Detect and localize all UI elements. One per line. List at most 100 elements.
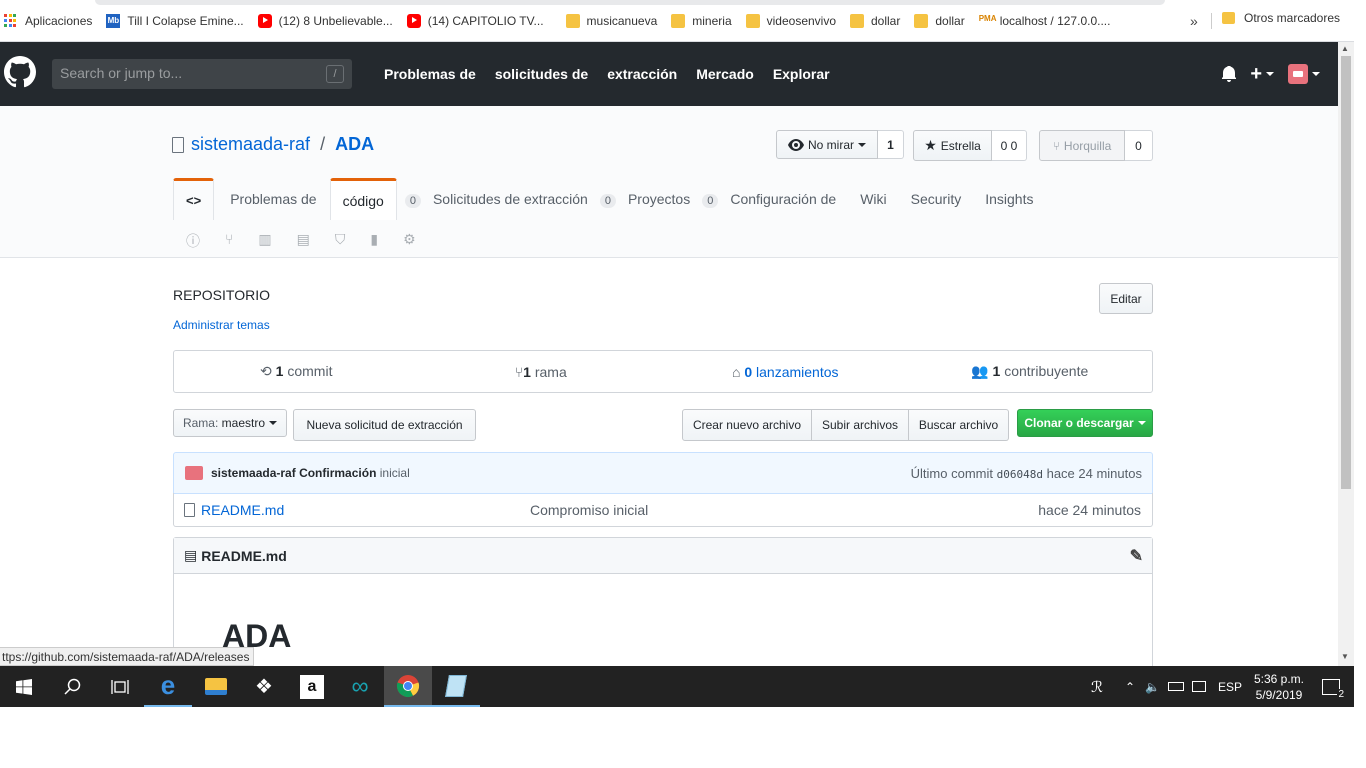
star-button[interactable]: ★ Estrella xyxy=(913,130,992,161)
bookmark-youtube-2[interactable]: (14) CAPITOLIO TV... xyxy=(406,11,544,31)
nav-marketplace[interactable]: Mercado xyxy=(696,66,754,82)
bookmark-label: dollar xyxy=(871,13,901,28)
commit-message-suffix[interactable]: inicial xyxy=(380,466,410,480)
tab-settings[interactable]: Configuración de xyxy=(718,178,848,220)
bookmark-till-i-colapse[interactable]: Mb Till I Colapse Emine... xyxy=(106,11,244,31)
clone-label: Clonar o descargar xyxy=(1024,416,1134,430)
graph-icon[interactable]: ▮ xyxy=(370,231,378,251)
tab-security[interactable]: Security xyxy=(899,178,974,220)
edit-button[interactable]: Editar xyxy=(1099,283,1153,314)
file-link-readme[interactable]: README.md xyxy=(201,502,530,518)
scroll-down-icon[interactable]: ▼ xyxy=(1341,652,1349,661)
upload-files-button[interactable]: Subir archivos xyxy=(812,409,909,441)
bookmark-videosenvivo[interactable]: videosenvivo xyxy=(745,11,836,31)
tab-wiki[interactable]: Wiki xyxy=(848,178,898,220)
wiki-book-icon[interactable]: ▤ xyxy=(297,231,310,251)
notifications-icon[interactable]: 2 xyxy=(1322,678,1345,700)
fork-count[interactable]: 0 xyxy=(1125,130,1153,161)
nav-explore[interactable]: Explorar xyxy=(773,66,830,82)
arduino-icon[interactable]: ∞ xyxy=(336,666,384,707)
language-indicator[interactable]: ESP xyxy=(1218,680,1242,694)
releases-summary[interactable]: ⌂ 0 lanzamientos xyxy=(663,364,908,380)
musicbrainz-icon: Mb xyxy=(106,13,121,28)
tab-projects[interactable]: Proyectos xyxy=(616,178,702,220)
bookmark-apps[interactable]: Aplicaciones xyxy=(4,11,92,31)
network-icon[interactable] xyxy=(1191,681,1206,692)
branches-summary[interactable]: ⑂1 rama xyxy=(419,364,664,380)
amazon-icon[interactable]: a xyxy=(288,666,336,707)
avatar[interactable] xyxy=(1288,64,1308,84)
nav-extraction[interactable]: extracción xyxy=(607,66,677,82)
commit-author[interactable]: sistemaada-raf xyxy=(211,466,296,480)
clock[interactable]: 5:36 p.m. 5/9/2019 xyxy=(1254,671,1304,703)
bookmark-dollar-1[interactable]: dollar xyxy=(850,11,900,31)
repo-name-link[interactable]: ADA xyxy=(335,134,374,155)
project-icon[interactable]: ▥ xyxy=(258,231,271,251)
commit-message[interactable]: Confirmación xyxy=(299,466,376,480)
contributors-summary[interactable]: 👥 1 contribuyente xyxy=(908,363,1153,380)
other-bookmarks-label: Otros marcadores xyxy=(1244,11,1341,25)
issue-icon[interactable]: ⓘ xyxy=(186,231,200,251)
book-icon: ▤ xyxy=(184,547,198,563)
plus-icon[interactable]: + xyxy=(1250,64,1262,84)
tab-code[interactable]: código xyxy=(329,178,397,220)
new-pull-request-button[interactable]: Nueva solicitud de extracción xyxy=(293,409,476,441)
watch-count[interactable]: 1 xyxy=(878,130,904,159)
volume-icon[interactable]: 🔈 xyxy=(1145,680,1160,694)
readme-panel: ▤ README.md ✎ ADA xyxy=(173,537,1153,677)
scroll-up-icon[interactable]: ▲ xyxy=(1341,44,1349,53)
notepad-icon[interactable] xyxy=(432,666,480,707)
shield-icon[interactable]: ⛉ xyxy=(335,231,346,251)
amazon-glyph: a xyxy=(300,674,324,699)
start-windows-icon[interactable] xyxy=(0,666,48,707)
tab-label: código xyxy=(342,192,384,209)
tab-code-icon[interactable]: <> xyxy=(173,178,215,220)
bell-icon[interactable] xyxy=(1222,66,1237,82)
repo-owner-link[interactable]: sistemaada-raf xyxy=(191,134,310,155)
manage-topics-link[interactable]: Administrar temas xyxy=(173,318,270,332)
apps-grid-icon xyxy=(4,13,18,28)
folder-icon xyxy=(565,13,580,28)
fork-button[interactable]: ⑂ Horquilla xyxy=(1039,130,1125,161)
tab-pull-requests[interactable]: Solicitudes de extracción xyxy=(421,178,600,220)
file-actions-group: Crear nuevo archivo Subir archivos Busca… xyxy=(682,409,1009,441)
dropbox-icon[interactable]: ❖ xyxy=(240,666,288,707)
folder-icon xyxy=(850,13,864,28)
watch-button[interactable]: No mirar xyxy=(776,130,878,159)
commit-sha[interactable]: d06048d xyxy=(997,468,1043,481)
people-icon[interactable]: ℛ xyxy=(1091,678,1103,696)
tab-issues[interactable]: Problemas de xyxy=(214,178,329,220)
chrome-icon[interactable] xyxy=(384,666,432,707)
nav-issues[interactable]: Problemas de xyxy=(384,66,476,82)
file-commit-message[interactable]: Compromiso inicial xyxy=(530,502,648,518)
chevron-up-icon[interactable]: ⌃ xyxy=(1125,680,1135,694)
nav-pull-requests[interactable]: solicitudes de xyxy=(495,66,588,82)
create-file-button[interactable]: Crear nuevo archivo xyxy=(682,409,812,441)
pencil-icon[interactable]: ✎ xyxy=(1130,546,1143,566)
bookmark-mineria[interactable]: mineria xyxy=(671,11,732,31)
other-bookmarks[interactable]: Otros marcadores xyxy=(1222,11,1340,25)
bookmark-label: Aplicaciones xyxy=(25,13,93,28)
tab-insights[interactable]: Insights xyxy=(973,178,1045,220)
github-logo-icon[interactable] xyxy=(4,56,36,88)
gear-icon[interactable]: ⚙ xyxy=(403,231,416,251)
battery-icon[interactable] xyxy=(1167,682,1184,691)
commits-summary[interactable]: ⟲ 1 commit xyxy=(174,363,419,380)
avatar[interactable] xyxy=(185,466,203,480)
pull-request-icon[interactable]: ⑂ xyxy=(225,231,233,251)
search-input[interactable]: Search or jump to... / xyxy=(52,59,352,89)
find-file-button[interactable]: Buscar archivo xyxy=(909,409,1009,441)
bookmark-youtube-1[interactable]: (12) 8 Unbelievable... xyxy=(257,11,393,31)
edge-icon[interactable]: e xyxy=(144,666,192,707)
scrollbar-thumb[interactable] xyxy=(1341,56,1351,489)
file-explorer-icon[interactable] xyxy=(192,666,240,707)
bookmark-localhost[interactable]: PMA localhost / 127.0.0.... xyxy=(979,11,1111,31)
branch-select-button[interactable]: Rama: maestro xyxy=(173,409,287,437)
more-bookmarks-chevron-icon[interactable]: » xyxy=(1190,13,1198,29)
star-count[interactable]: 0 0 xyxy=(992,130,1027,161)
search-icon[interactable] xyxy=(48,666,96,707)
task-view-icon[interactable] xyxy=(96,666,144,707)
bookmark-dollar-2[interactable]: dollar xyxy=(914,11,965,31)
clone-download-button[interactable]: Clonar o descargar xyxy=(1017,409,1153,437)
bookmark-musicanueva[interactable]: musicanueva xyxy=(565,11,657,31)
